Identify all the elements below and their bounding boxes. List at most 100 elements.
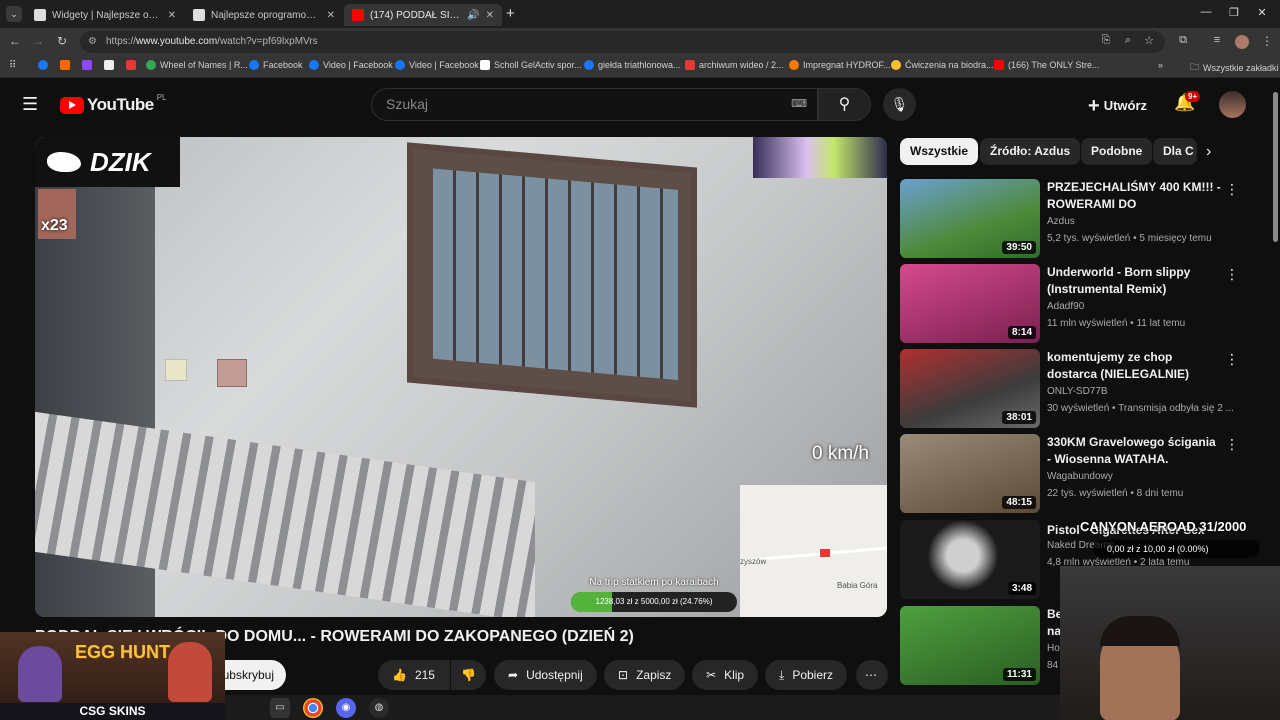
- more-vertical-icon[interactable]: ⋮: [1225, 436, 1239, 453]
- bookmark-cwiczenia[interactable]: Ćwiczenia na biodra...: [891, 60, 994, 70]
- share-icon: ➦: [508, 668, 519, 682]
- back-button[interactable]: ←: [7, 34, 23, 48]
- chip-related[interactable]: Podobne: [1081, 138, 1153, 165]
- chrome-icon[interactable]: [303, 698, 323, 718]
- bookmark-facebook[interactable]: Facebook: [249, 60, 303, 70]
- recommendation-title[interactable]: PRZEJECHALIŚMY 400 KM!!! - ROWERAMI DO Z…: [1047, 179, 1222, 213]
- recommendation-item[interactable]: 11:31 Be na Ho 84: [900, 606, 1062, 686]
- bookmark-icon-only[interactable]: [104, 60, 118, 70]
- browser-tab-youtube[interactable]: (174) PODDAŁ SIĘ I WRÓCIŁ 🔊 ✕: [344, 4, 502, 26]
- route-minimap: zyszów Babia Góra: [740, 485, 887, 617]
- clip-button[interactable]: ✂ Klip: [692, 660, 759, 690]
- chip-for-you[interactable]: Dla C: [1153, 138, 1197, 165]
- recommendation-item[interactable]: 8:14 Underworld - Born slippy (Instrumen…: [900, 264, 1260, 344]
- bookmark-video-facebook-1[interactable]: Video | Facebook: [309, 60, 393, 70]
- duration-badge: 48:15: [1002, 496, 1036, 509]
- voice-search-button[interactable]: 🎙: [883, 88, 916, 121]
- video-thumbnail[interactable]: 11:31: [900, 606, 1040, 685]
- hamburger-menu-icon[interactable]: ☰: [22, 94, 38, 115]
- all-bookmarks-folder[interactable]: 🗀 Wszystkie zakładki: [1190, 60, 1279, 76]
- bookmark-icon-only[interactable]: [38, 60, 52, 70]
- recommendation-title[interactable]: komentujemy ze chop dostarca (NIELEGALNI…: [1047, 349, 1222, 383]
- media-controls-icon[interactable]: ≡: [1209, 34, 1225, 46]
- extensions-icon[interactable]: ⧉: [1175, 34, 1191, 47]
- bookmark-only-stream[interactable]: (166) The ONLY Stre...: [994, 60, 1100, 70]
- speaker-icon[interactable]: 🔊: [467, 10, 479, 21]
- account-avatar[interactable]: [1219, 91, 1246, 118]
- recommendation-channel[interactable]: Adadf90: [1047, 301, 1084, 312]
- bookmark-scholl[interactable]: Scholl GelActiv spor...: [480, 60, 582, 70]
- recommendation-item[interactable]: 39:50 PRZEJECHALIŚMY 400 KM!!! - ROWERAM…: [900, 179, 1260, 259]
- terminal-icon[interactable]: ▭: [270, 698, 290, 718]
- more-vertical-icon[interactable]: ⋮: [1225, 181, 1239, 198]
- close-icon[interactable]: ✕: [486, 10, 494, 21]
- obs-icon[interactable]: ◍: [369, 698, 389, 718]
- dislike-button[interactable]: 👎: [451, 660, 486, 690]
- minimize-button[interactable]: —: [1196, 6, 1216, 18]
- more-vertical-icon[interactable]: ⋮: [1225, 266, 1239, 283]
- video-thumbnail[interactable]: 3:48: [900, 520, 1040, 599]
- chips-next-icon[interactable]: ›: [1206, 143, 1211, 161]
- video-thumbnail[interactable]: 48:15: [900, 434, 1040, 513]
- save-button[interactable]: ⊡ Zapisz: [604, 660, 686, 690]
- bookmark-wheel-of-names[interactable]: Wheel of Names | R...: [146, 60, 248, 70]
- new-tab-button[interactable]: +: [506, 5, 515, 22]
- keyboard-icon[interactable]: ⌨: [791, 89, 807, 120]
- maximize-button[interactable]: ❐: [1224, 6, 1244, 19]
- page-scrollbar[interactable]: [1273, 92, 1278, 242]
- browser-menu-icon[interactable]: ⋮: [1259, 34, 1275, 48]
- profile-avatar[interactable]: [1235, 35, 1249, 49]
- video-player[interactable]: DZIK x23 0 km/h zyszów Babia Góra Na tri…: [35, 137, 887, 617]
- recommendation-channel[interactable]: ONLY-SD77B: [1047, 386, 1108, 397]
- bookmark-gielda[interactable]: giełda triathlonowa...: [584, 60, 681, 70]
- forward-button[interactable]: →: [30, 34, 46, 48]
- reload-button[interactable]: ↻: [54, 34, 70, 48]
- bookmark-star-icon[interactable]: ☆: [1141, 34, 1157, 47]
- browser-tab-oprogramowanie[interactable]: Najlepsze oprogramowanie do stream ✕: [185, 4, 343, 26]
- bookmark-impregnat[interactable]: Impregnat HYDROF...: [789, 60, 891, 70]
- chip-source-azdus[interactable]: Źródło: Azdus: [980, 138, 1081, 165]
- browser-tab-widgety[interactable]: Widgety | Najlepsze oprogramowanie ✕: [26, 4, 184, 26]
- create-button[interactable]: + Utwórz: [1080, 88, 1155, 121]
- recommendation-title[interactable]: 330KM Gravelowego ścigania - Wiosenna WA…: [1047, 434, 1222, 468]
- search-input[interactable]: Szukaj ⌨: [371, 88, 818, 121]
- recommendation-channel[interactable]: Ho: [1047, 643, 1060, 654]
- recommendation-item[interactable]: 48:15 330KM Gravelowego ścigania - Wiose…: [900, 434, 1260, 514]
- video-thumbnail[interactable]: 38:01: [900, 349, 1040, 428]
- tab-title: Widgety | Najlepsze oprogramowanie: [52, 9, 162, 21]
- bookmark-icon-only[interactable]: [60, 60, 74, 70]
- site-info-icon[interactable]: ⚙: [88, 31, 97, 53]
- apps-icon[interactable]: ⠿: [9, 60, 16, 71]
- recommendation-channel[interactable]: Azdus: [1047, 216, 1075, 227]
- download-button[interactable]: ⤓ Pobierz: [765, 660, 847, 690]
- chip-all[interactable]: Wszystkie: [900, 138, 979, 165]
- bookmark-icon-only[interactable]: [126, 60, 140, 70]
- youtube-logo[interactable]: YouTube PL: [60, 93, 167, 115]
- install-icon[interactable]: ⎘: [1098, 34, 1114, 47]
- thumbs-up-icon: 👍: [392, 668, 407, 682]
- more-bookmarks-icon[interactable]: »: [1158, 60, 1163, 70]
- more-actions-button[interactable]: ⋯: [856, 660, 888, 690]
- bookmark-video-facebook-2[interactable]: Video | Facebook: [395, 60, 479, 70]
- bookmark-icon-only[interactable]: [82, 60, 96, 70]
- create-label: Utwórz: [1103, 98, 1148, 113]
- more-vertical-icon[interactable]: ⋮: [1225, 351, 1239, 368]
- video-thumbnail[interactable]: 8:14: [900, 264, 1040, 343]
- share-button[interactable]: ➦ Udostępnij: [494, 660, 597, 690]
- close-icon[interactable]: ✕: [168, 10, 176, 21]
- recommendation-item[interactable]: 38:01 komentujemy ze chop dostarca (NIEL…: [900, 349, 1260, 429]
- bookmark-archiwum[interactable]: archiwum wideo / 2...: [685, 60, 784, 70]
- recommendation-channel[interactable]: Wagabundowy: [1047, 471, 1113, 482]
- window-close-button[interactable]: ✕: [1252, 6, 1272, 19]
- like-button[interactable]: 👍 215: [378, 660, 450, 690]
- notifications-button[interactable]: 🔔 9+: [1174, 91, 1201, 113]
- recommendation-title[interactable]: Underworld - Born slippy (Instrumental R…: [1047, 264, 1222, 298]
- discord-icon[interactable]: ◉: [336, 698, 356, 718]
- close-icon[interactable]: ✕: [327, 10, 335, 21]
- address-bar[interactable]: ⚙ https://www.youtube.com/watch?v=pf69lx…: [80, 31, 1165, 53]
- tab-search-button[interactable]: ⌄: [6, 6, 22, 22]
- search-button[interactable]: ⚲: [818, 88, 871, 121]
- plus-icon: +: [1088, 95, 1100, 117]
- zoom-icon[interactable]: ⌕: [1120, 34, 1136, 47]
- video-thumbnail[interactable]: 39:50: [900, 179, 1040, 258]
